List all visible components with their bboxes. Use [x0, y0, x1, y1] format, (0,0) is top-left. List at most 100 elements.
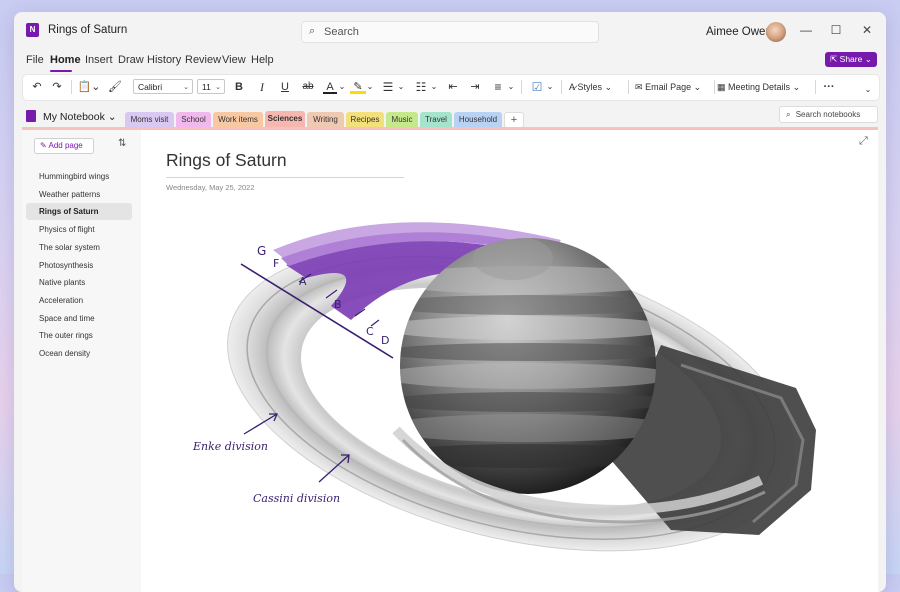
search-box[interactable]: ⌕ Search — [301, 21, 599, 43]
align-icon[interactable]: ≡ — [489, 79, 507, 95]
content-area: ✎ Add page ⇅ Hummingbird wings Weather pa… — [22, 130, 878, 592]
chevron-down-icon[interactable]: ⌄ — [366, 79, 374, 95]
ribbon-separator — [521, 80, 522, 94]
section-tab-travel[interactable]: Travel — [420, 112, 452, 128]
ring-label-g: G — [257, 244, 266, 258]
email-page-label: Email Page — [645, 82, 692, 92]
ring-label-a: A — [299, 275, 307, 288]
styles-button[interactable]: A̷ Styles ⌄ — [569, 79, 625, 95]
sort-pages-icon[interactable]: ⇅ — [118, 138, 126, 149]
notebook-bar: My Notebook ⌄ Moms visit School Work items… — [14, 104, 886, 128]
section-tab-work-items[interactable]: Work items — [213, 112, 263, 128]
chevron-down-icon[interactable]: ⌄ — [507, 79, 515, 95]
indent-icon[interactable]: ⇥ — [467, 79, 483, 95]
page-canvas[interactable]: Rings of Saturn Wednesday, May 25, 2022 … — [141, 130, 878, 592]
todo-tag-icon[interactable]: ☑ — [529, 79, 545, 95]
saturn-drawing[interactable]: G F A B C D Enke division Cassini divisi… — [141, 130, 878, 592]
close-button[interactable]: ✕ — [857, 21, 877, 39]
add-section-button[interactable]: + — [504, 112, 524, 128]
font-size-select[interactable]: 11 ⌄ — [197, 79, 225, 94]
share-label: Share — [839, 54, 863, 64]
ring-label-d: D — [381, 334, 389, 347]
menu-draw[interactable]: Draw — [118, 54, 144, 66]
undo-icon[interactable]: ↶ — [29, 79, 45, 95]
title-bar: N Rings of Saturn ⌕ Search Aimee Owens —… — [14, 12, 886, 48]
share-icon: ⇱ — [830, 54, 838, 64]
redo-icon[interactable]: ↷ — [49, 79, 65, 95]
section-tab-music[interactable]: Music — [386, 112, 418, 128]
email-page-button[interactable]: ✉ Email Page ⌄ — [635, 79, 711, 95]
section-tab-school[interactable]: School — [176, 112, 211, 128]
menu-home[interactable]: Home — [50, 54, 81, 66]
page-list-item[interactable]: Physics of flight — [26, 221, 132, 238]
window-title: Rings of Saturn — [48, 24, 128, 36]
page-list-item[interactable]: The outer rings — [26, 327, 132, 344]
section-tab-moms-visit[interactable]: Moms visit — [125, 112, 174, 128]
search-notebooks-placeholder: Search notebooks — [795, 110, 861, 119]
section-tab-recipes[interactable]: Recipes — [346, 112, 384, 128]
notebook-selector[interactable]: My Notebook ⌄ — [43, 111, 117, 123]
menu-history[interactable]: History — [147, 54, 181, 66]
menu-bar: File Home Insert Draw History Review Vie… — [14, 48, 886, 74]
pages-pane: ✎ Add page ⇅ Hummingbird wings Weather pa… — [22, 130, 141, 592]
chevron-down-icon[interactable]: ⌄ — [397, 79, 405, 95]
menu-view[interactable]: View — [222, 54, 246, 66]
avatar[interactable] — [766, 22, 786, 42]
onenote-window: N Rings of Saturn ⌕ Search Aimee Owens —… — [14, 12, 886, 592]
italic-button[interactable]: I — [254, 79, 270, 95]
active-menu-indicator — [50, 70, 72, 72]
menu-help[interactable]: Help — [251, 54, 274, 66]
bullet-list-icon[interactable]: ☰ — [379, 79, 397, 95]
menu-review[interactable]: Review — [185, 54, 221, 66]
email-icon: ✉ — [635, 82, 643, 92]
menu-file[interactable]: File — [26, 54, 44, 66]
numbered-list-icon[interactable]: ☷ — [412, 79, 430, 95]
calendar-icon: ▦ — [717, 82, 726, 92]
minimize-button[interactable]: — — [796, 21, 816, 39]
format-painter-icon[interactable]: 🖌 — [107, 79, 123, 95]
search-placeholder: Search — [324, 26, 359, 38]
page-list-item[interactable]: The solar system — [26, 239, 132, 256]
ribbon-separator — [561, 80, 562, 94]
page-list-item[interactable]: Native plants — [26, 274, 132, 291]
page-list-item[interactable]: Space and time — [26, 310, 132, 327]
bold-button[interactable]: B — [231, 79, 247, 95]
chevron-down-icon: ⌄ — [215, 84, 221, 91]
section-tab-sciences[interactable]: Sciences — [265, 111, 305, 128]
ribbon-separator — [815, 80, 816, 94]
font-family-select[interactable]: Calibri ⌄ — [133, 79, 193, 94]
underline-button[interactable]: U — [277, 79, 293, 95]
encke-division-label: Enke division — [192, 440, 268, 453]
page-list-item[interactable]: Ocean density — [26, 345, 132, 362]
collapse-ribbon-icon[interactable]: ⌄ — [863, 82, 873, 98]
search-icon: ⌕ — [309, 25, 316, 37]
section-tab-household[interactable]: Household — [454, 112, 502, 128]
paste-icon[interactable]: 📋⌄ — [77, 79, 101, 95]
section-tab-writing[interactable]: Writing — [307, 112, 344, 128]
page-list-item[interactable]: Photosynthesis — [26, 257, 132, 274]
share-button[interactable]: ⇱ Share ⌄ — [825, 52, 877, 67]
more-options-button[interactable]: ··· — [820, 79, 838, 95]
menu-insert[interactable]: Insert — [85, 54, 113, 66]
meeting-details-button[interactable]: ▦ Meeting Details ⌄ — [717, 79, 813, 95]
strikethrough-button[interactable]: ab — [299, 79, 317, 95]
search-notebooks[interactable]: ⌕ Search notebooks — [779, 106, 878, 123]
highlighter-icon[interactable]: ✎ — [350, 79, 366, 94]
page-list-item[interactable]: Hummingbird wings — [26, 168, 132, 185]
add-page-label: Add page — [48, 141, 83, 150]
ring-label-f: F — [273, 257, 279, 270]
chevron-down-icon[interactable]: ⌄ — [338, 79, 346, 95]
chevron-down-icon: ⌄ — [864, 54, 872, 64]
maximize-button[interactable]: ☐ — [826, 21, 846, 39]
meeting-details-label: Meeting Details — [728, 82, 791, 92]
page-list-item[interactable]: Rings of Saturn — [26, 203, 132, 221]
outdent-icon[interactable]: ⇤ — [445, 79, 461, 95]
cassini-division-label: Cassini division — [253, 492, 340, 505]
chevron-down-icon[interactable]: ⌄ — [430, 79, 438, 95]
add-page-button[interactable]: ✎ Add page — [34, 138, 94, 154]
page-list-item[interactable]: Weather patterns — [26, 186, 132, 203]
chevron-down-icon[interactable]: ⌄ — [546, 79, 554, 95]
chevron-down-icon: ⌄ — [693, 82, 702, 92]
font-color-button[interactable]: A — [323, 79, 337, 94]
page-list-item[interactable]: Acceleration — [26, 292, 132, 309]
